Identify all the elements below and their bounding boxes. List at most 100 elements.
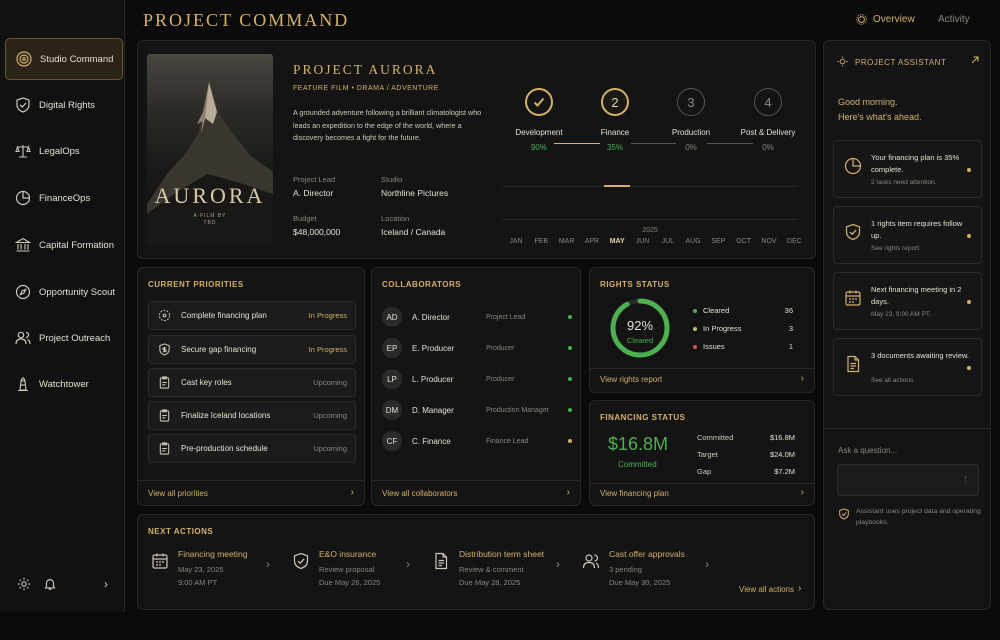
timeline-month[interactable]: NOV [757, 238, 781, 245]
tab-activity[interactable]: Activity [938, 14, 970, 25]
shield-check-icon [844, 223, 862, 241]
action-eo-insurance[interactable]: E&O insurance Review proposal Due May 26, … [291, 549, 380, 589]
financing-row-gap: Gap $7.2M [697, 467, 795, 476]
sidebar-item-capital-formation[interactable]: Capital Formation [5, 224, 123, 266]
action-cast-offer-approvals[interactable]: Cast offer approvals 3 pending Due May 30,… [581, 549, 685, 589]
timeline-month[interactable]: APR [580, 238, 604, 245]
timeline-month[interactable]: JUN [631, 238, 655, 245]
sidebar-item-project-outreach[interactable]: Project Outreach [5, 317, 123, 359]
sidebar-item-label: Watchtower [39, 378, 89, 390]
timeline-month[interactable]: MAY [605, 238, 629, 245]
tab-overview[interactable]: Overview [856, 14, 915, 25]
document-icon [431, 551, 451, 571]
assistant-card[interactable]: Next financing meeting in 2 days. May 23… [833, 272, 982, 330]
status-dot [967, 168, 971, 172]
budget-value: $48,000,000 [293, 227, 341, 237]
assistant-note: Assistant uses project data and operatin… [856, 508, 981, 526]
assistant-card[interactable]: 3 documents awaiting review. See all act… [833, 338, 982, 396]
avatar: DM [382, 400, 402, 420]
sidebar-item-opportunity-scout[interactable]: Opportunity Scout [5, 271, 123, 313]
stage-percent: 0% [762, 143, 774, 152]
view-rights-report-link[interactable]: View rights report [600, 375, 662, 384]
status-dot [967, 366, 971, 370]
timeline-month[interactable]: DEC [782, 238, 806, 245]
project-lead-value: A. Director [293, 188, 334, 198]
stage-name: Post & Delivery [740, 128, 796, 137]
shield-check-icon [838, 508, 850, 520]
priority-row[interactable]: Finalize Iceland locations Upcoming [148, 401, 356, 430]
divider [138, 480, 364, 481]
sidebar-item-watchtower[interactable]: Watchtower [5, 363, 123, 405]
chevron-right-icon[interactable]: › [266, 557, 270, 571]
status-dot [967, 234, 971, 238]
ask-input[interactable]: ↑ [837, 464, 979, 496]
sidebar-item-label: LegalOps [39, 145, 80, 157]
assistant-card[interactable]: 1 rights item requires follow up. See ri… [833, 206, 982, 264]
target-icon [157, 309, 171, 323]
timeline-month[interactable]: JUL [656, 238, 680, 245]
stage-finance-circle[interactable]: 2 [601, 88, 629, 116]
timeline-month[interactable]: AUG [681, 238, 705, 245]
sidebar-item-financeops[interactable]: FinanceOps [5, 177, 123, 219]
chevron-right-icon[interactable]: › [705, 557, 709, 571]
stage-development-circle[interactable] [525, 88, 553, 116]
chevron-right-icon[interactable]: › [798, 583, 801, 594]
collaborator-row[interactable]: EP E. Producer Producer [382, 337, 572, 359]
send-arrow-icon[interactable]: ↑ [963, 473, 969, 485]
timeline-month[interactable]: JAN [504, 238, 528, 245]
chevron-right-icon[interactable]: › [801, 373, 804, 384]
chevron-right-icon[interactable]: › [98, 576, 114, 592]
action-financing-meeting[interactable]: Financing meeting May 23, 2025 9:00 AM PT [150, 549, 247, 589]
collaborator-role: Project Lead [486, 313, 526, 321]
sun-icon [856, 14, 867, 25]
view-all-actions-link[interactable]: View all actions [739, 585, 794, 594]
avatar: CF [382, 431, 402, 451]
project-overview-panel: AURORA A FILM BY TBD PROJECT AURORA FEATU… [137, 40, 816, 259]
chevron-right-icon[interactable]: › [406, 557, 410, 571]
sidebar-item-studio-command[interactable]: Studio Command [5, 38, 123, 80]
priority-row[interactable]: Cast key roles Upcoming [148, 368, 356, 397]
shield-dollar-icon [157, 343, 171, 357]
stage-post-circle[interactable]: 4 [754, 88, 782, 116]
check-icon [533, 97, 545, 107]
priority-row[interactable]: Complete financing plan In Progress [148, 301, 356, 330]
collaborator-row[interactable]: AD A. Director Project Lead [382, 306, 572, 328]
chevron-right-icon[interactable]: › [351, 487, 354, 498]
divider [372, 480, 580, 481]
collaborator-name: E. Producer [412, 343, 455, 353]
action-distribution-term-sheet[interactable]: Distribution term sheet Review & comment D… [431, 549, 544, 589]
timeline-line [502, 219, 798, 220]
timeline-month[interactable]: SEP [706, 238, 730, 245]
view-all-collaborators-link[interactable]: View all collaborators [382, 489, 457, 498]
gear-icon[interactable] [16, 576, 32, 592]
assistant-card[interactable]: Your financing plan is 35% complete. 2 t… [833, 140, 982, 198]
collaborator-row[interactable]: DM D. Manager Production Manager [382, 399, 572, 421]
timeline-month[interactable]: MAR [555, 238, 579, 245]
collaborator-row[interactable]: LP L. Producer Producer [382, 368, 572, 390]
financing-status-card: FINANCING STATUS $16.8M Committed Commit… [589, 400, 815, 506]
status-dot [568, 315, 572, 319]
pie-chart-icon [15, 190, 31, 206]
timeline-month[interactable]: OCT [732, 238, 756, 245]
rights-percent: 92% [626, 318, 654, 333]
budget-label: Budget [293, 214, 317, 223]
bell-icon[interactable] [42, 576, 58, 592]
expand-icon[interactable] [970, 55, 980, 65]
collaborator-row[interactable]: CF C. Finance Finance Lead [382, 430, 572, 452]
chevron-right-icon[interactable]: › [556, 557, 560, 571]
chevron-right-icon[interactable]: › [567, 487, 570, 498]
view-financing-plan-link[interactable]: View financing plan [600, 489, 669, 498]
location-value: Iceland / Canada [381, 227, 446, 237]
priority-row[interactable]: Pre-production schedule Upcoming [148, 434, 356, 463]
view-all-priorities-link[interactable]: View all priorities [148, 489, 208, 498]
financing-amount-label: Committed [618, 460, 657, 469]
chevron-right-icon[interactable]: › [801, 487, 804, 498]
priority-row[interactable]: Secure gap financing In Progress [148, 335, 356, 364]
timeline-month[interactable]: FEB [529, 238, 553, 245]
status-dot [568, 346, 572, 350]
sidebar-item-legalops[interactable]: LegalOps [5, 130, 123, 172]
clipboard-icon [157, 376, 171, 390]
stage-production-circle[interactable]: 3 [677, 88, 705, 116]
collaborators-card: COLLABORATORS AD A. Director Project Lead E… [371, 267, 581, 506]
sidebar-item-digital-rights[interactable]: Digital Rights [5, 84, 123, 126]
